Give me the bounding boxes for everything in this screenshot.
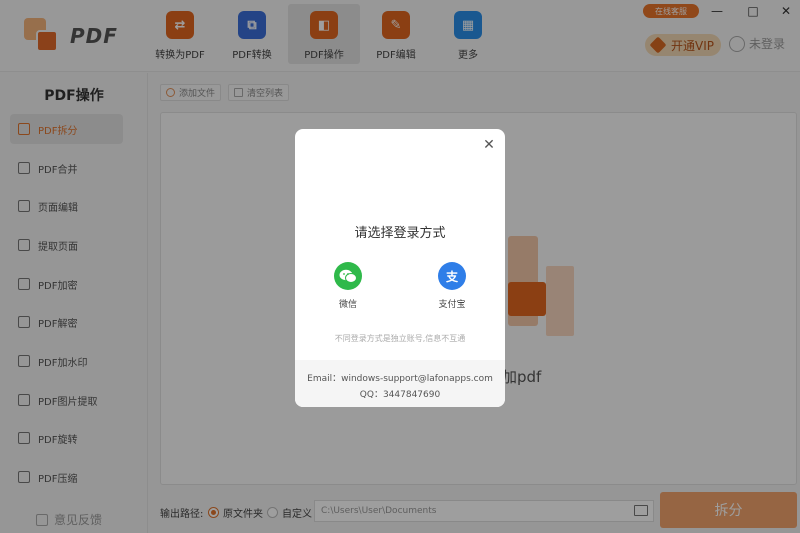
wechat-label: 微信 xyxy=(338,300,357,310)
wechat-icon xyxy=(334,262,362,290)
close-icon[interactable]: ✕ xyxy=(482,138,496,152)
alipay-icon: 支 xyxy=(438,262,466,290)
modal-title: 请选择登录方式 xyxy=(354,226,446,241)
account-notice: 不同登录方式是独立账号,信息不互通 xyxy=(334,334,466,343)
login-modal: ✕ 请选择登录方式 微信 支 支付宝 不同登录方式是独立账号,信息不互通 Ema… xyxy=(295,129,505,407)
wechat-bubbles-icon xyxy=(339,269,357,283)
support-qq: QQ：3447847690 xyxy=(359,390,441,400)
support-email: Email：windows-support@lafonapps.com xyxy=(307,374,493,384)
contact-info: Email：windows-support@lafonapps.com QQ：3… xyxy=(295,360,505,407)
alipay-label: 支付宝 xyxy=(438,300,466,310)
wechat-login-option[interactable]: 微信 xyxy=(318,262,378,310)
alipay-login-option[interactable]: 支 支付宝 xyxy=(422,262,482,310)
